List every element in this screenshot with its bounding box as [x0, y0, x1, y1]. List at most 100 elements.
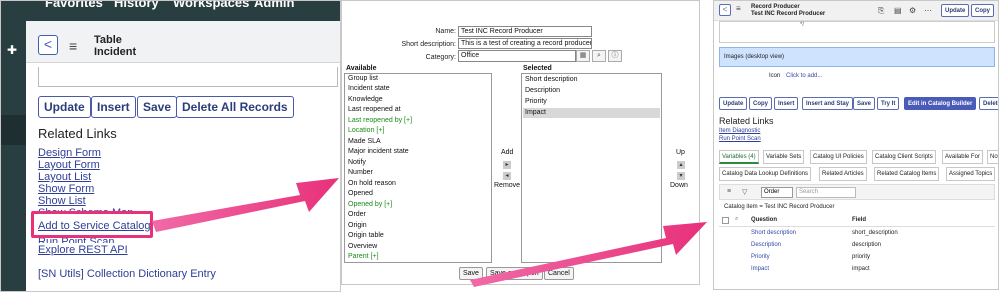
icon-add-link[interactable]: Click to add...: [786, 73, 822, 79]
tab-catalog-data-lookup[interactable]: Catalog Data Lookup Definitions: [719, 167, 812, 181]
category-field[interactable]: Office: [458, 50, 576, 62]
question-cell[interactable]: Impact: [751, 266, 769, 272]
tab-related-catalog-items[interactable]: Related Catalog Items: [874, 167, 940, 181]
back-button[interactable]: <: [719, 4, 731, 16]
available-item[interactable]: Parent [+]: [348, 253, 379, 260]
activity-icon[interactable]: ▤: [894, 6, 902, 15]
update-button[interactable]: Update: [38, 96, 91, 118]
edit-in-catalog-builder-button[interactable]: Edit in Catalog Builder: [904, 97, 977, 110]
available-item[interactable]: Opened by [+]: [348, 201, 392, 208]
up-arrow-icon[interactable]: ▴: [677, 161, 685, 169]
name-field[interactable]: Test INC Record Producer: [458, 26, 592, 37]
available-item[interactable]: Last reopened at: [348, 106, 401, 113]
hamburger-menu-icon[interactable]: ≡: [736, 4, 741, 13]
question-cell[interactable]: Description: [751, 242, 781, 248]
selected-item-highlighted[interactable]: Impact: [523, 108, 660, 118]
tab-available-for[interactable]: Available For: [942, 150, 983, 164]
link-item-diagnostic[interactable]: Item Diagnostic: [719, 128, 760, 134]
more-icon[interactable]: ⋯: [924, 6, 932, 15]
hamburger-menu-icon[interactable]: ≡: [69, 38, 77, 54]
table-row[interactable]: Priority priority: [719, 254, 995, 265]
back-button[interactable]: <: [38, 35, 58, 55]
pin-icon[interactable]: ✚: [7, 43, 17, 57]
info-icon[interactable]: ⓘ: [608, 50, 622, 62]
tab-variable-sets[interactable]: Variable Sets: [763, 150, 805, 164]
header-copy-button[interactable]: Copy: [971, 4, 994, 17]
insert-button[interactable]: Insert: [91, 96, 136, 118]
delete-all-records-button[interactable]: Delete All Records: [176, 96, 294, 118]
update-button[interactable]: Update: [719, 97, 748, 110]
tab-catalog-client-scripts[interactable]: Catalog Client Scripts: [872, 150, 936, 164]
available-item[interactable]: Group list: [348, 75, 378, 82]
available-item[interactable]: Last reopened by [+]: [348, 117, 412, 124]
down-arrow-icon[interactable]: ▾: [677, 172, 685, 180]
available-item[interactable]: Order: [348, 211, 366, 218]
column-field[interactable]: Field: [852, 217, 866, 223]
delete-button[interactable]: Delete: [979, 97, 998, 110]
script-field[interactable]: */: [719, 21, 995, 43]
available-item[interactable]: Notify: [348, 159, 366, 166]
available-item[interactable]: Overview: [348, 243, 377, 250]
link-show-list[interactable]: Show List: [38, 195, 86, 207]
table-row[interactable]: Description description: [719, 242, 995, 253]
available-item[interactable]: Origin table: [348, 232, 384, 239]
save-and-open-button[interactable]: Save and Open: [486, 267, 543, 280]
available-item[interactable]: Incident state: [348, 85, 390, 92]
form-textbox[interactable]: [38, 67, 338, 87]
tab-assigned-topics[interactable]: Assigned Topics: [946, 167, 996, 181]
header-update-button[interactable]: Update: [941, 4, 970, 17]
save-button[interactable]: Save: [459, 267, 483, 280]
nav-favorites[interactable]: Favorites: [45, 1, 103, 10]
lookup-icon[interactable]: ▦: [576, 50, 590, 62]
link-layout-list[interactable]: Layout List: [38, 171, 91, 183]
save-button[interactable]: Save: [137, 96, 178, 118]
column-question[interactable]: Question: [751, 217, 777, 223]
search-icon[interactable]: ⌕: [735, 216, 738, 223]
available-item[interactable]: Origin: [348, 222, 367, 229]
try-it-button[interactable]: Try It: [877, 97, 900, 110]
nav-history[interactable]: History: [114, 1, 159, 10]
available-item[interactable]: Knowledge: [348, 96, 383, 103]
settings-icon[interactable]: ⚙: [909, 6, 916, 15]
list-menu-icon[interactable]: ≡: [727, 188, 731, 195]
table-row[interactable]: Short description short_description: [719, 230, 995, 241]
cancel-button[interactable]: Cancel: [544, 267, 574, 280]
tab-not-available[interactable]: Not: [987, 150, 998, 164]
table-row[interactable]: Impact impact: [719, 266, 995, 277]
available-item[interactable]: Opened: [348, 190, 373, 197]
available-item[interactable]: Location [+]: [348, 127, 384, 134]
save-button[interactable]: Save: [853, 97, 876, 110]
question-cell[interactable]: Short description: [751, 230, 796, 236]
select-all-checkbox[interactable]: [722, 217, 729, 224]
selected-item[interactable]: Short description: [523, 75, 660, 85]
question-cell[interactable]: Priority: [751, 254, 770, 260]
tab-catalog-ui-policies[interactable]: Catalog UI Policies: [810, 150, 867, 164]
attachment-icon[interactable]: ⎘: [878, 6, 884, 16]
tab-variables[interactable]: Variables (4): [719, 150, 759, 164]
available-item[interactable]: Made SLA: [348, 138, 381, 145]
tab-related-articles[interactable]: Related Articles: [819, 167, 867, 181]
link-explore-rest-api[interactable]: Explore REST API: [38, 244, 128, 256]
available-item[interactable]: On hold reason: [348, 180, 396, 187]
available-item[interactable]: Major incident state: [348, 148, 409, 155]
search-icon[interactable]: ⌕: [592, 50, 606, 62]
link-layout-form[interactable]: Layout Form: [38, 159, 100, 171]
selected-item[interactable]: Description: [523, 86, 660, 96]
link-run-point-scan[interactable]: Run Point Scan: [719, 136, 761, 142]
insert-and-stay-button[interactable]: Insert and Stay: [802, 97, 854, 110]
nav-admin[interactable]: Admin: [254, 1, 294, 10]
remove-arrow-icon[interactable]: ◂: [503, 172, 511, 180]
selected-item[interactable]: Priority: [523, 97, 660, 107]
copy-button[interactable]: Copy: [749, 97, 772, 110]
short-description-field[interactable]: This is a test of creating a record prod…: [458, 38, 592, 49]
breadcrumb[interactable]: Catalog item = Test INC Record Producer: [724, 204, 834, 210]
add-arrow-icon[interactable]: ▸: [503, 161, 511, 169]
selected-list[interactable]: Short description Description Priority I…: [521, 73, 662, 263]
available-item[interactable]: Number: [348, 169, 373, 176]
nav-workspaces[interactable]: Workspaces: [173, 1, 249, 10]
search-input[interactable]: Search: [796, 187, 856, 198]
insert-button[interactable]: Insert: [774, 97, 799, 110]
link-show-form[interactable]: Show Form: [38, 183, 94, 195]
link-design-form[interactable]: Design Form: [38, 147, 101, 159]
available-list[interactable]: Group list Incident state Knowledge Last…: [344, 73, 492, 263]
